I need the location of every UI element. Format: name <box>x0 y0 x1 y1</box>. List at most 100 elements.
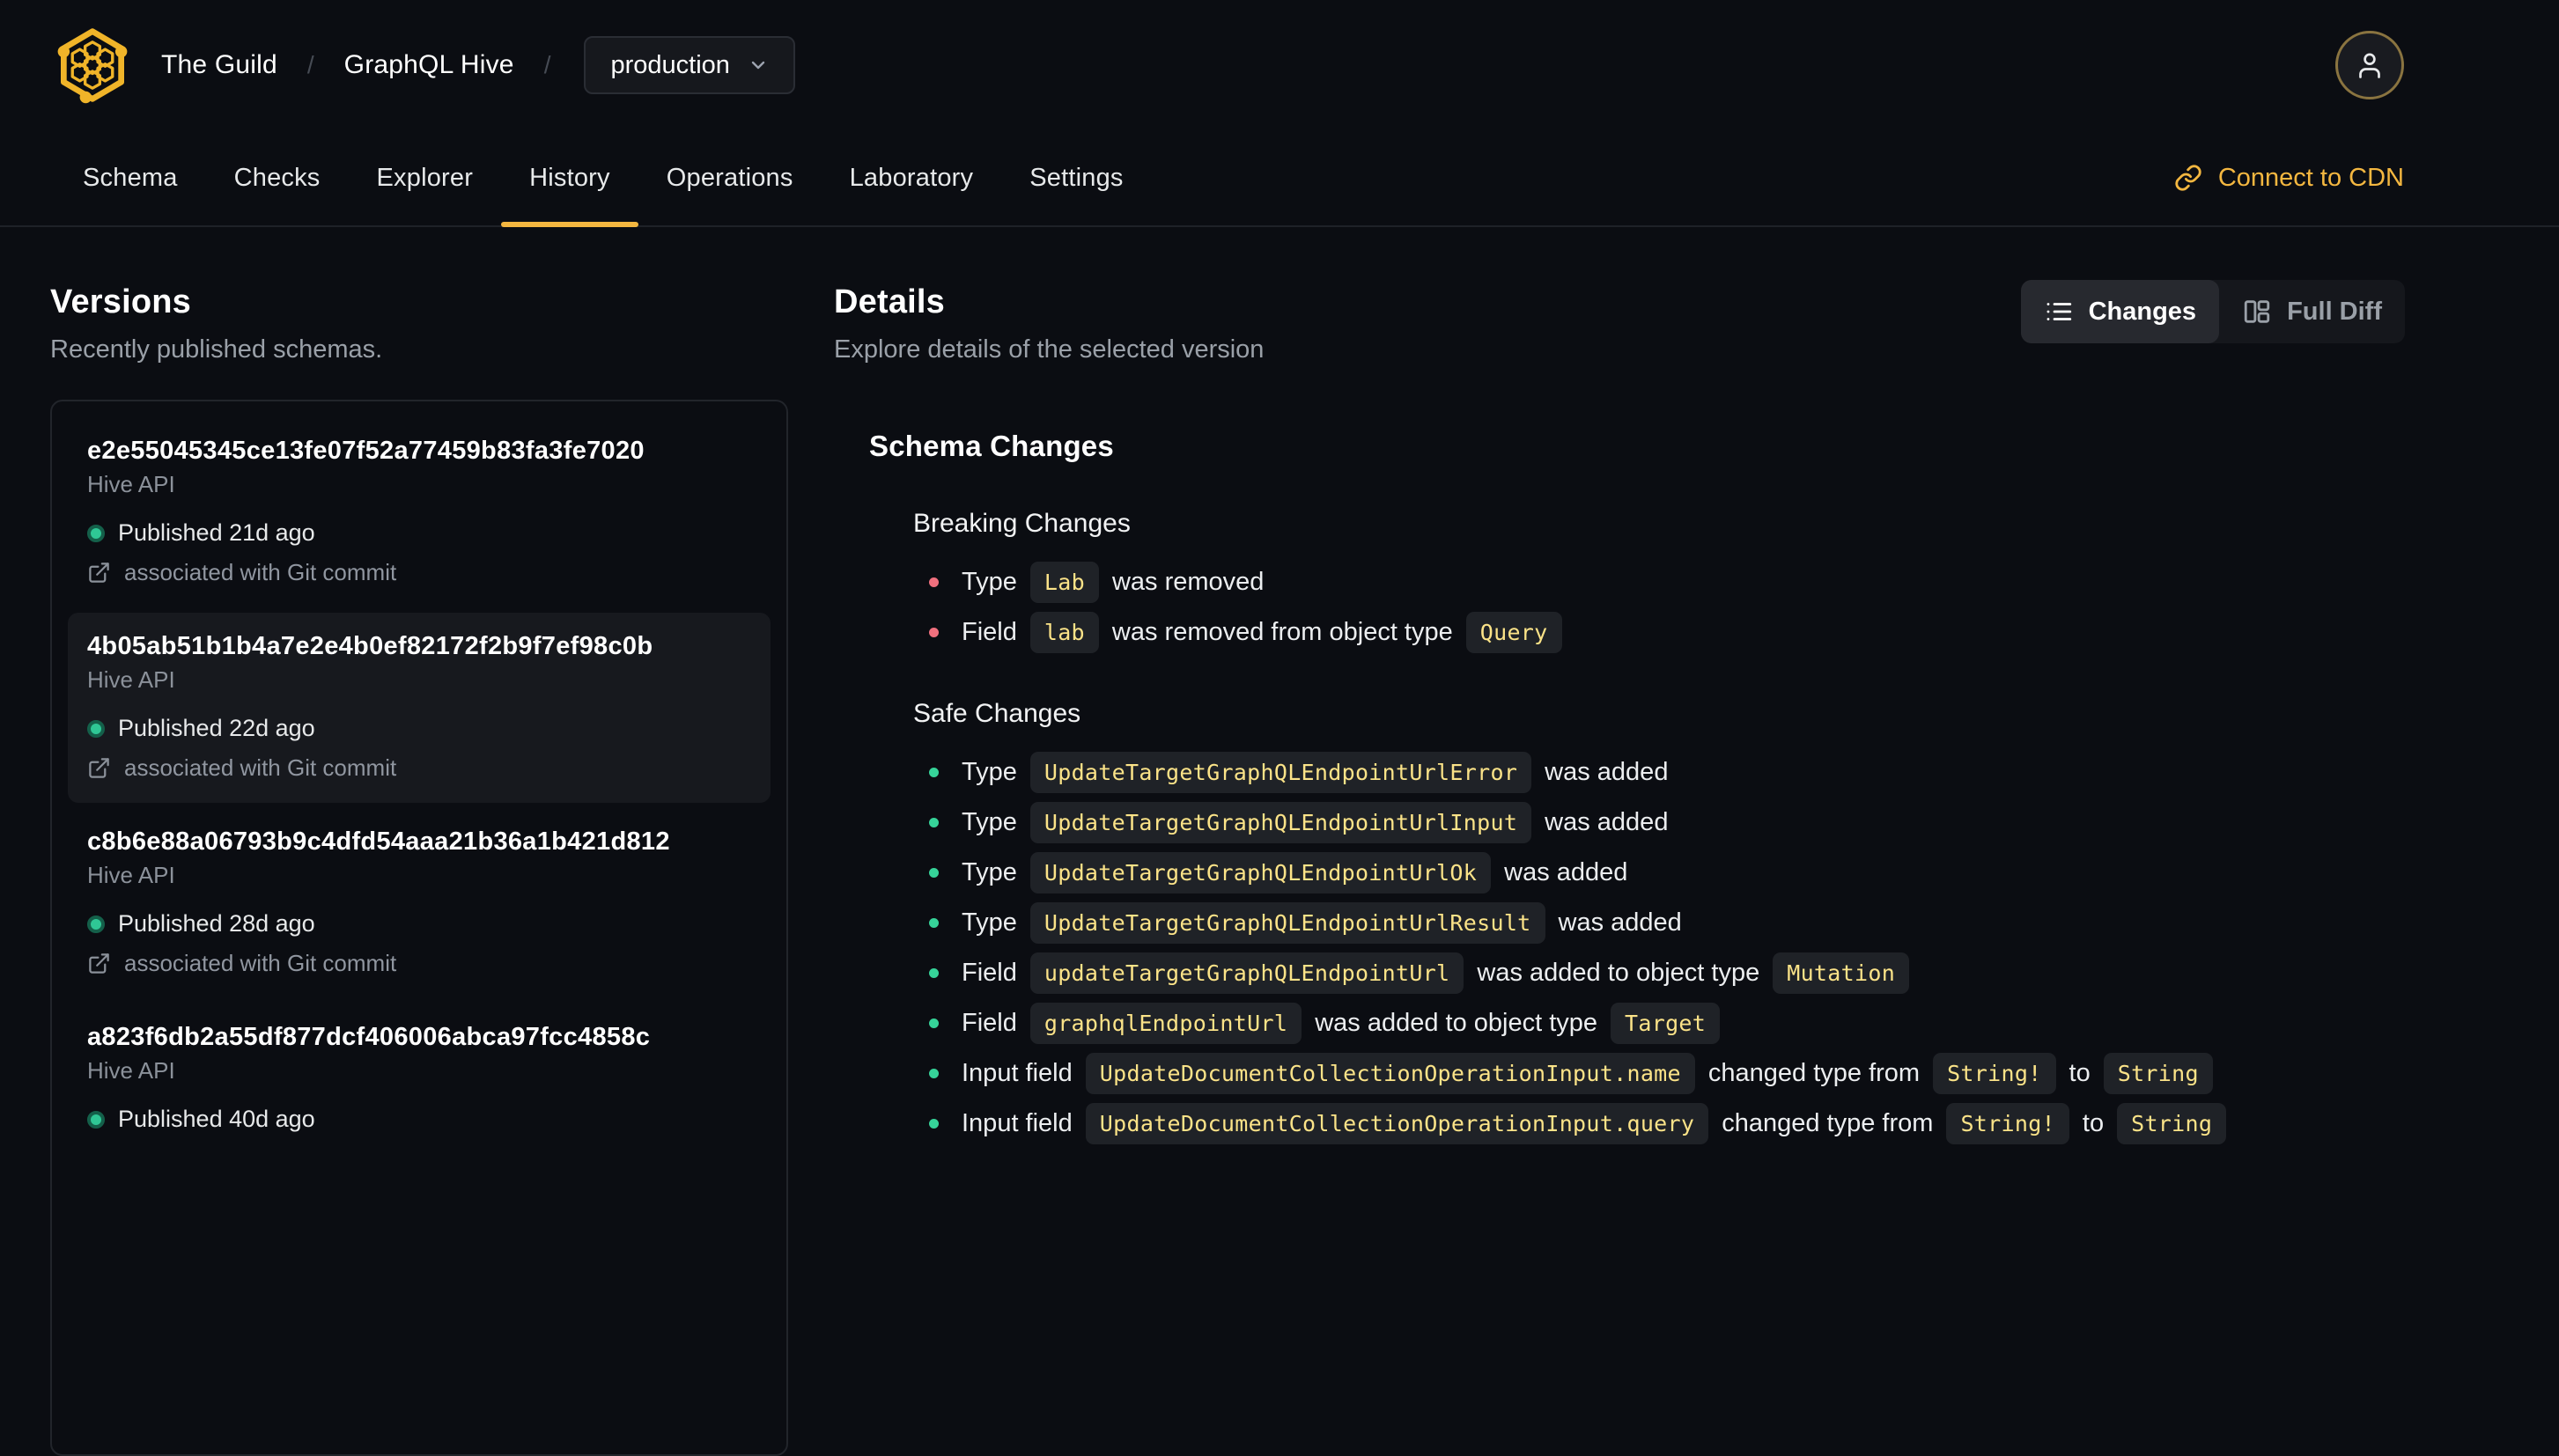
connect-to-cdn-label: Connect to CDN <box>2217 163 2404 192</box>
change-text: Type <box>962 858 1017 886</box>
external-link-icon <box>89 758 109 778</box>
safe-changes-list: Type UpdateTargetGraphQLEndpointUrlError w… <box>913 752 2405 1144</box>
safe-changes-title: Safe Changes <box>913 699 1081 728</box>
change-bullet-icon <box>929 1069 939 1078</box>
published-dot-icon <box>87 524 105 542</box>
change-text: was added <box>1545 758 1669 786</box>
published-dot-icon <box>87 1110 105 1129</box>
change-item: Type UpdateTargetGraphQLEndpointUrlOk was … <box>929 852 2405 893</box>
git-commit-link[interactable]: associated with Git commit <box>87 754 751 782</box>
code-badge: String! <box>1933 1053 2056 1094</box>
code-badge: UpdateTargetGraphQLEndpointUrlOk <box>1029 852 1492 893</box>
change-text: Type <box>962 808 1017 836</box>
tab-explorer[interactable]: Explorer <box>349 130 502 225</box>
change-text: changed type from <box>1722 1109 1934 1137</box>
hive-logo-icon[interactable] <box>50 23 135 107</box>
published-status-label: Published 28d ago <box>118 910 315 937</box>
safe-changes-group: Safe Changes Type UpdateTargetGraphQLEndpo… <box>869 699 2405 1144</box>
published-status-label: Published 40d ago <box>118 1106 315 1132</box>
view-toggle-label: Full Diff <box>2287 297 2382 326</box>
published-status: Published 40d ago <box>87 1106 751 1133</box>
tab-laboratory[interactable]: Laboratory <box>822 130 1002 225</box>
change-text: Field <box>962 618 1017 646</box>
schema-changes-title: Schema Changes <box>869 430 1114 462</box>
breadcrumb: The Guild / GraphQL Hive / production <box>161 36 795 94</box>
code-badge: updateTargetGraphQLEndpointUrl <box>1029 952 1464 994</box>
change-text: changed type from <box>1707 1059 1921 1087</box>
user-menu-button[interactable] <box>2335 31 2404 99</box>
chevron-down-icon <box>751 61 765 70</box>
change-text: Input field <box>962 1109 1073 1137</box>
code-badge: graphqlEndpointUrl <box>1029 1003 1302 1044</box>
change-text: was removed from object type <box>1111 618 1453 646</box>
change-text: was added <box>1558 908 1682 937</box>
tab-schema[interactable]: Schema <box>55 130 206 225</box>
published-dot-icon <box>87 915 105 933</box>
change-item: Field graphqlEndpointUrl was added to obje… <box>929 1003 2405 1044</box>
code-badge: String <box>2117 1103 2227 1144</box>
breaking-changes-title: Breaking Changes <box>913 509 1131 538</box>
tab-checks[interactable]: Checks <box>206 130 349 225</box>
app-header: The Guild / GraphQL Hive / production Sc… <box>0 0 2559 227</box>
connect-to-cdn-link[interactable]: Connect to CDN <box>2174 130 2404 225</box>
git-commit-link[interactable]: associated with Git commit <box>87 559 751 586</box>
version-item[interactable]: c8b6e88a06793b9c4dfd54aaa21b36a1b421d812… <box>68 808 771 998</box>
change-text: Field <box>962 1009 1017 1037</box>
target-selector[interactable]: production <box>584 36 795 94</box>
published-dot-icon <box>87 719 105 738</box>
tab-history[interactable]: History <box>501 130 638 227</box>
breadcrumb-org[interactable]: The Guild <box>161 50 277 80</box>
details-header: Details Explore details of the selected … <box>834 280 2405 364</box>
version-service: Hive API <box>87 862 175 888</box>
change-bullet-icon <box>929 628 939 637</box>
code-badge: UpdateTargetGraphQLEndpointUrlResult <box>1029 902 1545 944</box>
view-toggle-label: Changes <box>2088 297 2197 326</box>
version-service: Hive API <box>87 471 175 497</box>
change-item: Field updateTargetGraphQLEndpointUrl was a… <box>929 952 2405 994</box>
change-bullet-icon <box>929 768 939 777</box>
version-item[interactable]: 4b05ab51b1b4a7e2e4b0ef82172f2b9f7ef98c0b… <box>68 613 771 803</box>
code-badge: String <box>2103 1053 2213 1094</box>
change-bullet-icon <box>929 1018 939 1028</box>
columns-icon <box>2244 300 2270 323</box>
version-item[interactable]: a823f6db2a55df877dcf406006abca97fcc4858c… <box>68 1004 771 1154</box>
version-item[interactable]: e2e55045345ce13fe07f52a77459b83fa3fe7020… <box>68 417 771 607</box>
change-text: Type <box>962 908 1017 937</box>
breadcrumb-separator: / <box>306 51 314 78</box>
code-badge: Lab <box>1029 562 1099 603</box>
change-bullet-icon <box>929 918 939 928</box>
code-badge: Query <box>1465 612 1562 653</box>
git-commit-note: associated with Git commit <box>124 950 397 976</box>
list-icon <box>2046 303 2071 320</box>
tab-settings[interactable]: Settings <box>1001 130 1151 225</box>
view-toggle-full-diff[interactable]: Full Diff <box>2219 280 2405 343</box>
change-text: was removed <box>1111 568 1265 596</box>
details-panel: Details Explore details of the selected … <box>788 280 2405 1153</box>
versions-subtitle: Recently published schemas. <box>50 335 383 364</box>
change-bullet-icon <box>929 818 939 827</box>
view-toggle-changes[interactable]: Changes <box>2020 280 2220 343</box>
published-status: Published 28d ago <box>87 910 751 938</box>
change-text: Type <box>962 758 1017 786</box>
tab-bar: Schema Checks Explorer History Operations Lab… <box>55 130 1152 227</box>
change-bullet-icon <box>929 577 939 587</box>
change-text: was added to object type <box>1315 1009 1598 1037</box>
published-status-label: Published 22d ago <box>118 715 315 741</box>
target-selector-value: production <box>610 50 730 79</box>
change-text: was added to object type <box>1477 959 1760 987</box>
change-text: to <box>2082 1109 2105 1137</box>
tab-operations[interactable]: Operations <box>638 130 822 225</box>
breadcrumb-project[interactable]: GraphQL Hive <box>344 50 514 80</box>
change-text: was added <box>1545 808 1669 836</box>
versions-panel: Versions Recently published schemas. e2e… <box>50 283 788 1456</box>
versions-title: Versions <box>50 283 192 320</box>
git-commit-link[interactable]: associated with Git commit <box>87 950 751 977</box>
git-commit-note: associated with Git commit <box>124 754 397 781</box>
change-item: Field lab was removed from object type Quer… <box>929 612 2405 653</box>
code-badge: lab <box>1029 612 1099 653</box>
published-status: Published 22d ago <box>87 715 751 742</box>
change-text: to <box>2069 1059 2091 1087</box>
version-list: e2e55045345ce13fe07f52a77459b83fa3fe7020… <box>50 400 788 1456</box>
breaking-changes-group: Breaking Changes Type Lab was removed Field l… <box>869 509 2405 653</box>
code-badge: UpdateDocumentCollectionOperationInput.q… <box>1085 1103 1709 1144</box>
